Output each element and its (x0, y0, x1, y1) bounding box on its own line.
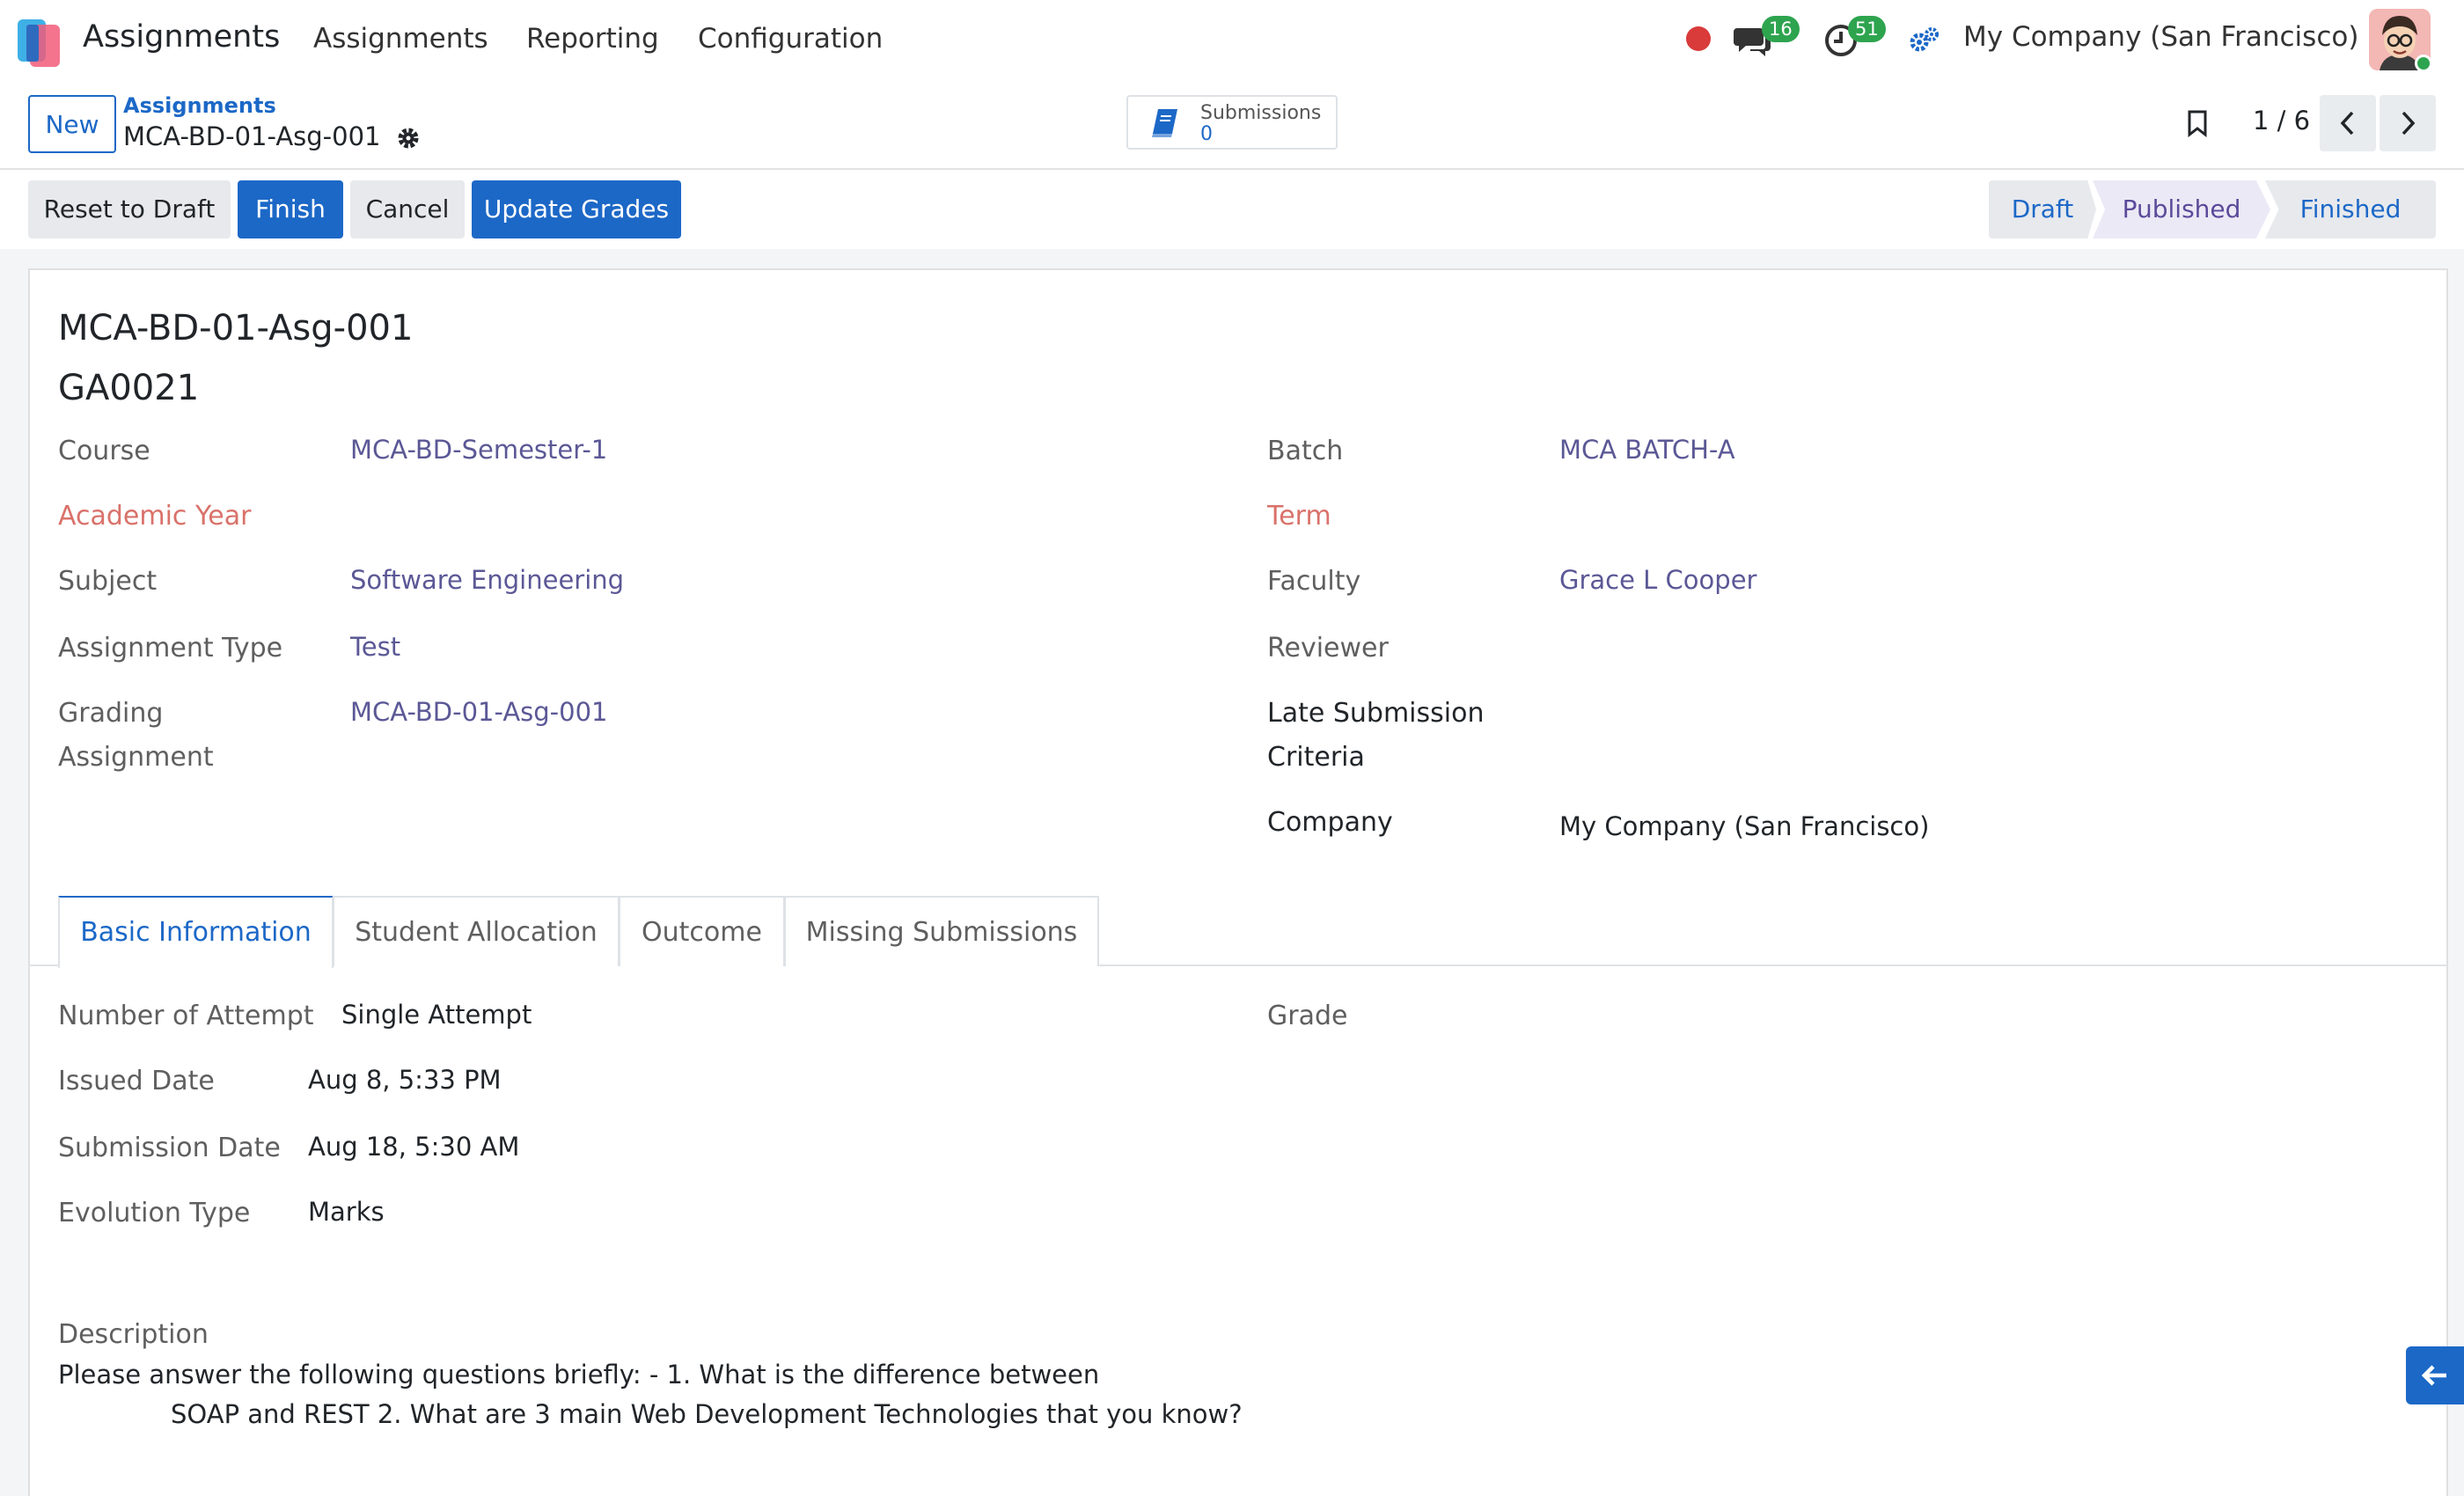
chevron-right-icon (2402, 111, 2416, 136)
app-brand[interactable]: Assignments (83, 19, 280, 55)
chevron-left-icon (2340, 111, 2354, 136)
evolution-type-field[interactable]: Marks (308, 1190, 385, 1234)
late-submission-label-line1: Late Submission (1267, 698, 1485, 729)
company-switcher[interactable]: My Company (San Francisco) (1963, 21, 2358, 53)
company-switch-icon[interactable] (1910, 26, 1940, 55)
reset-to-draft-button[interactable]: Reset to Draft (28, 180, 231, 238)
stage-pipeline: Draft Published Finished (1989, 180, 2436, 238)
update-grades-button[interactable]: Update Grades (472, 180, 681, 238)
top-navbar: Assignments Assignments Reporting Config… (0, 0, 2464, 79)
tab-student-allocation[interactable]: Student Allocation (333, 896, 620, 966)
bookmark-icon[interactable] (2186, 109, 2209, 137)
issued-date-field[interactable]: Aug 8, 5:33 PM (308, 1058, 502, 1102)
book-icon (1152, 109, 1177, 137)
breadcrumb-current-label: MCA-BD-01-Asg-001 (123, 121, 381, 151)
reviewer-label: Reviewer (1267, 633, 1389, 664)
pager-value[interactable]: 1 / 6 (2253, 106, 2310, 136)
description-field[interactable]: Please answer the following questions br… (58, 1355, 1290, 1434)
term-label: Term (1267, 501, 1331, 532)
finish-button[interactable]: Finish (238, 180, 343, 238)
recording-dot-icon[interactable] (1686, 26, 1711, 51)
arrow-left-icon (2421, 1365, 2446, 1386)
stage-published[interactable]: Published (2093, 180, 2270, 238)
breadcrumb-current: MCA-BD-01-Asg-001 (123, 121, 421, 151)
tab-missing-submissions[interactable]: Missing Submissions (784, 896, 1099, 966)
batch-field[interactable]: MCA BATCH-A (1559, 428, 1735, 472)
gear-icon[interactable] (396, 126, 421, 150)
submission-date-field[interactable]: Aug 18, 5:30 AM (308, 1125, 519, 1169)
grade-label: Grade (1267, 1001, 1348, 1031)
assignment-type-field[interactable]: Test (350, 625, 400, 669)
grading-assignment-label-line1: Grading (58, 698, 164, 729)
activity-count-badge: 51 (1848, 16, 1886, 42)
menu-assignments[interactable]: Assignments (313, 23, 488, 55)
tab-outcome[interactable]: Outcome (619, 896, 785, 966)
subject-field[interactable]: Software Engineering (350, 558, 624, 602)
batch-label: Batch (1267, 436, 1344, 466)
academic-year-label: Academic Year (58, 501, 252, 532)
attempt-field[interactable]: Single Attempt (341, 993, 532, 1037)
submissions-smart-button[interactable]: Submissions 0 (1126, 95, 1338, 150)
pager-previous-button[interactable] (2320, 95, 2376, 151)
chatter-toggle-button[interactable] (2406, 1346, 2464, 1404)
record-code[interactable]: GA0021 (58, 368, 199, 408)
evolution-type-label: Evolution Type (58, 1198, 251, 1228)
submissions-label: Submissions (1200, 102, 1322, 124)
new-button[interactable]: New (28, 95, 116, 153)
stage-finished[interactable]: Finished (2265, 180, 2436, 238)
status-bar: Reset to Draft Finish Cancel Update Grad… (0, 170, 2464, 249)
control-panel: New Assignments MCA-BD-01-Asg-001 Submis… (0, 79, 2464, 170)
company-field[interactable]: My Company (San Francisco) (1559, 804, 1929, 848)
submission-date-label: Submission Date (58, 1133, 281, 1163)
description-label: Description (58, 1319, 209, 1350)
assignment-type-label: Assignment Type (58, 633, 283, 664)
tab-basic-information[interactable]: Basic Information (58, 896, 334, 968)
pager-next-button[interactable] (2380, 95, 2436, 151)
record-name[interactable]: MCA-BD-01-Asg-001 (58, 308, 413, 348)
user-avatar[interactable] (2369, 9, 2431, 70)
breadcrumb-parent[interactable]: Assignments (123, 93, 276, 118)
faculty-field[interactable]: Grace L Cooper (1559, 558, 1756, 602)
grading-assignment-label-line2: Assignment (58, 742, 214, 773)
grading-assignment-field[interactable]: MCA-BD-01-Asg-001 (350, 690, 608, 734)
late-submission-label-line2: Criteria (1267, 742, 1365, 773)
submissions-count: 0 (1200, 123, 1213, 145)
faculty-label: Faculty (1267, 566, 1361, 597)
course-field[interactable]: MCA-BD-Semester-1 (350, 428, 607, 472)
course-label: Course (58, 436, 150, 466)
menu-reporting[interactable]: Reporting (526, 23, 659, 55)
subject-label: Subject (58, 566, 158, 597)
stage-draft[interactable]: Draft (1989, 180, 2096, 238)
company-label: Company (1267, 807, 1393, 838)
online-status-dot (2415, 55, 2431, 70)
description-line-2: SOAP and REST 2. What are 3 main Web Dev… (171, 1399, 1243, 1429)
chat-count-badge: 16 (1762, 16, 1800, 42)
app-logo-icon[interactable] (18, 19, 62, 67)
cancel-button[interactable]: Cancel (350, 180, 465, 238)
description-line-1: Please answer the following questions br… (58, 1360, 1100, 1390)
menu-configuration[interactable]: Configuration (698, 23, 883, 55)
issued-date-label: Issued Date (58, 1066, 215, 1096)
attempt-label: Number of Attempt (58, 1001, 314, 1031)
